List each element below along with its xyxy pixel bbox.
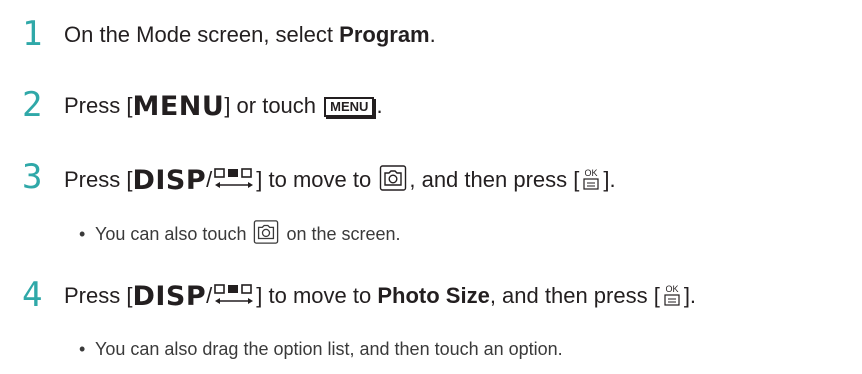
step-text: Press [DISP/] to move to , and then pres… bbox=[64, 165, 616, 196]
step-3-note: • You can also touch on the screen. bbox=[79, 219, 401, 246]
menu-key: MENU bbox=[132, 91, 225, 122]
step-4-note: • You can also drag the option list, and … bbox=[79, 339, 563, 359]
camera-settings-tab-icon bbox=[254, 220, 279, 244]
step-number: 3 bbox=[22, 157, 43, 197]
ok-button-icon: OK bbox=[583, 168, 599, 190]
svg-text:OK: OK bbox=[665, 284, 678, 294]
step-text: On the Mode screen, select Program. bbox=[64, 22, 436, 47]
step-number: 4 bbox=[22, 275, 43, 315]
disp-key: DISP bbox=[132, 165, 207, 196]
multi-selector-icon bbox=[214, 168, 254, 188]
ok-button-icon: OK bbox=[664, 284, 680, 306]
program-label: Program bbox=[339, 22, 430, 47]
step-number: 1 bbox=[22, 14, 43, 54]
step-number: 2 bbox=[22, 85, 43, 125]
camera-settings-tab-icon bbox=[380, 165, 407, 191]
svg-text:OK: OK bbox=[585, 168, 598, 178]
menu-touch-button: MENU bbox=[324, 97, 375, 117]
multi-selector-icon bbox=[214, 284, 254, 304]
step-text: Press [MENU] or touch MENU. bbox=[64, 91, 383, 122]
step-text: Press [DISP/] to move to Photo Size, and… bbox=[64, 281, 697, 312]
photo-size-label: Photo Size bbox=[377, 283, 490, 308]
disp-key: DISP bbox=[132, 281, 207, 312]
